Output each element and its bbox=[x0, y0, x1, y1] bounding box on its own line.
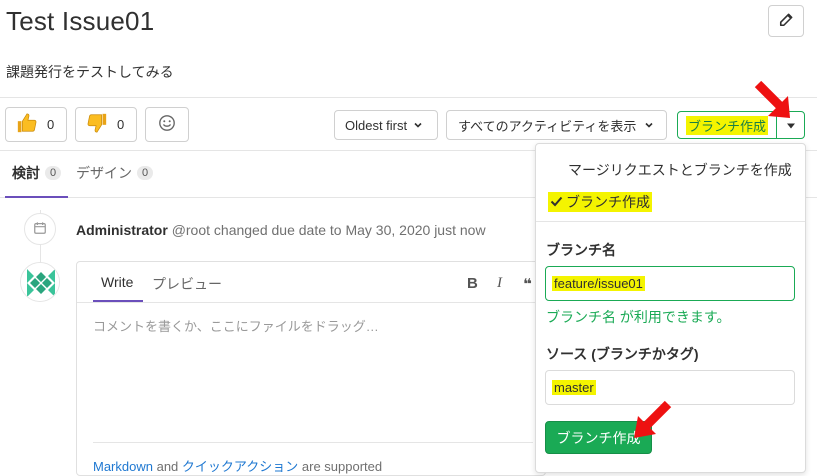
chevron-down-icon bbox=[644, 118, 654, 133]
branch-name-label: ブランチ名 bbox=[546, 242, 616, 258]
thumbs-up-icon bbox=[16, 112, 38, 137]
bold-icon[interactable]: B bbox=[467, 275, 478, 292]
avatar[interactable] bbox=[20, 262, 60, 302]
preview-tab[interactable]: プレビュー bbox=[152, 274, 222, 294]
thumbs-up-button[interactable]: 0 bbox=[5, 107, 67, 142]
option-create-branch-highlight: ブランチ作成 bbox=[548, 192, 652, 212]
annotation-arrow-icon bbox=[754, 80, 790, 118]
branch-name-input[interactable]: feature/issue01 bbox=[545, 266, 795, 301]
quote-icon[interactable]: ❝ bbox=[523, 275, 532, 293]
check-icon bbox=[550, 194, 563, 210]
add-reaction-button[interactable] bbox=[145, 107, 189, 142]
tab-label: 検討 bbox=[12, 165, 40, 181]
italic-icon[interactable]: I bbox=[497, 275, 502, 292]
calendar-icon bbox=[33, 221, 47, 238]
issue-title: Test Issue01 bbox=[6, 6, 155, 36]
comment-textarea[interactable]: コメントを書くか、ここにファイルをドラッグ… bbox=[93, 316, 379, 335]
issue-description: 課題発行をテストしてみる bbox=[6, 64, 174, 80]
activity-filter-dropdown[interactable]: すべてのアクティビティを表示 bbox=[446, 110, 667, 140]
source-label: ソース (ブランチかタグ) bbox=[546, 346, 699, 362]
note-body: @root changed due date to May 30, 2020 j… bbox=[171, 222, 486, 238]
thumbs-down-icon bbox=[86, 112, 108, 137]
thumbs-down-button[interactable]: 0 bbox=[75, 107, 137, 142]
count-badge: 0 bbox=[45, 166, 62, 180]
thumbs-down-count: 0 bbox=[117, 117, 125, 132]
pencil-icon bbox=[779, 13, 793, 30]
option-create-branch[interactable]: ブランチ作成 bbox=[548, 192, 652, 212]
active-tab-indicator bbox=[5, 196, 68, 198]
tab-designs[interactable]: デザイン 0 bbox=[76, 163, 154, 183]
tab-label: デザイン bbox=[76, 165, 132, 181]
divider bbox=[536, 221, 805, 222]
write-tab[interactable]: Write bbox=[101, 274, 133, 290]
smiley-icon bbox=[158, 114, 176, 135]
option-create-branch-label: ブランチ作成 bbox=[566, 194, 650, 210]
active-tab-indicator bbox=[93, 300, 143, 302]
editor-footer-divider bbox=[93, 442, 533, 443]
markdown-help-and: and bbox=[156, 459, 179, 474]
branch-name-value: feature/issue01 bbox=[552, 276, 645, 291]
option-create-mr-and-branch[interactable]: マージリクエストとブランチを作成 bbox=[568, 160, 792, 180]
count-badge: 0 bbox=[137, 166, 154, 180]
sort-dropdown[interactable]: Oldest first bbox=[334, 110, 438, 140]
markdown-help-supported: are supported bbox=[301, 459, 383, 474]
system-note: Administrator @root changed due date to … bbox=[76, 222, 486, 238]
tab-discussion[interactable]: 検討 0 bbox=[12, 163, 62, 183]
edit-issue-button[interactable] bbox=[768, 5, 804, 37]
quick-actions-link[interactable]: クイックアクション bbox=[182, 459, 298, 474]
sort-label: Oldest first bbox=[345, 117, 408, 133]
comment-editor: Write プレビュー B I ❝ コメントを書くか、ここにファイルをドラッグ…… bbox=[76, 261, 546, 476]
markdown-link[interactable]: Markdown bbox=[93, 459, 153, 474]
activity-filter-label: すべてのアクティビティを表示 bbox=[458, 118, 637, 134]
source-value: master bbox=[552, 380, 596, 395]
editor-header: Write プレビュー B I ❝ bbox=[77, 262, 545, 303]
system-note-icon bbox=[24, 213, 56, 245]
branch-available-message: ブランチ名 が利用できます。 bbox=[546, 309, 731, 325]
divider bbox=[0, 97, 817, 98]
annotation-arrow-icon bbox=[634, 400, 672, 438]
note-author[interactable]: Administrator bbox=[76, 222, 168, 238]
thumbs-up-count: 0 bbox=[47, 117, 55, 132]
chevron-down-icon bbox=[413, 118, 423, 133]
